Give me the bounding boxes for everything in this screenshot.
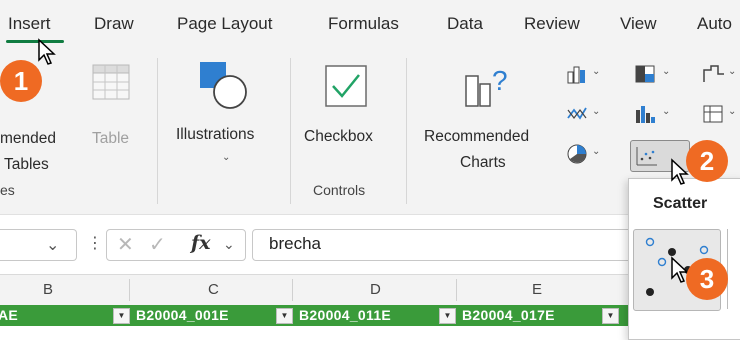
step-badge-3: 3 (686, 258, 728, 300)
filter-dropdown-icon[interactable]: ▼ (113, 308, 130, 324)
recommended-charts-label-1: Recommended (424, 128, 530, 145)
column-header-c[interactable]: C (208, 281, 219, 298)
column-divider (456, 279, 457, 301)
chevron-down-icon: ⌄ (592, 66, 601, 77)
column-divider (129, 279, 130, 301)
recommended-pivottables-label-2: Tables (4, 156, 49, 173)
chevron-down-icon[interactable]: ⌄ (223, 236, 235, 253)
step-badge-2: 2 (686, 140, 728, 182)
controls-group-label: Controls (313, 182, 366, 198)
waterfall-chart-icon (703, 65, 724, 82)
illustrations-label: Illustrations (176, 126, 255, 143)
tab-view[interactable]: View (620, 14, 657, 34)
column-chart-icon (567, 66, 585, 84)
chevron-down-icon: ⌄ (662, 66, 671, 77)
line-chart-icon (567, 107, 587, 120)
scatter-section-title: Scatter (653, 195, 708, 212)
recommended-charts-button[interactable]: ? Recommended Charts (416, 56, 556, 176)
step-badge-1: 1 (0, 60, 42, 102)
checkbox-button[interactable]: Checkbox (300, 56, 395, 166)
column-header-e[interactable]: E (532, 281, 542, 298)
checkbox-icon (325, 65, 367, 107)
illustrations-button[interactable]: Illustrations ⌄ (170, 56, 280, 166)
tab-automate[interactable]: Auto (697, 14, 732, 34)
chevron-down-icon: ⌄ (728, 66, 737, 77)
chevron-down-icon[interactable]: ⌄ (46, 235, 59, 255)
scatter-lines-option[interactable] (727, 229, 740, 309)
group-separator (157, 58, 158, 204)
tab-draw[interactable]: Draw (94, 14, 134, 34)
name-box[interactable]: ⌄ (0, 229, 77, 261)
chevron-down-icon: ⌄ (662, 106, 671, 117)
insert-function-icon[interactable]: fx (191, 232, 211, 254)
column-header-d[interactable]: D (370, 281, 381, 298)
chevron-down-icon: ⌄ (592, 146, 601, 157)
formula-value: brecha (269, 234, 321, 253)
column-divider (292, 279, 293, 301)
table-label: Table (92, 130, 130, 147)
tab-review[interactable]: Review (524, 14, 580, 34)
more-options-icon[interactable]: ⋮ (87, 233, 103, 253)
waterfall-chart-button[interactable]: ⌄ (700, 62, 740, 88)
formula-input[interactable]: brecha (252, 229, 644, 261)
table-icon (92, 64, 130, 100)
line-chart-button[interactable]: ⌄ (562, 102, 622, 128)
checkbox-label: Checkbox (304, 128, 373, 145)
table-header-cell[interactable]: AE (0, 307, 18, 323)
tables-group-label: es (0, 182, 15, 198)
chevron-down-icon: ⌄ (222, 152, 231, 163)
chevron-down-icon: ⌄ (592, 106, 601, 117)
chevron-down-icon: ⌄ (728, 106, 737, 117)
pivotchart-icon (703, 105, 723, 123)
group-separator (406, 58, 407, 204)
table-header-cell[interactable]: B20004_011E (299, 307, 391, 323)
recommended-pivottables-label-1: mended (0, 130, 57, 147)
scatter-chart-icon (636, 147, 657, 166)
table-button[interactable]: Table (88, 58, 138, 168)
formula-controls: ✕ ✓ fx ⌄ (106, 229, 246, 261)
column-header-b[interactable]: B (43, 281, 53, 298)
filter-dropdown-icon[interactable]: ▼ (276, 308, 293, 324)
recommended-charts-label-2: Charts (460, 154, 506, 171)
enter-icon[interactable]: ✓ (149, 232, 166, 257)
filter-dropdown-icon[interactable]: ▼ (439, 308, 456, 324)
tab-page-layout[interactable]: Page Layout (177, 14, 272, 34)
tab-data[interactable]: Data (447, 14, 483, 34)
ribbon-tab-bar: Insert Draw Page Layout Formulas Data Re… (0, 0, 740, 48)
pie-chart-icon (567, 144, 587, 164)
group-separator (290, 58, 291, 204)
pie-chart-button[interactable]: ⌄ (562, 142, 622, 168)
tab-formulas[interactable]: Formulas (328, 14, 399, 34)
table-header-cell[interactable]: B20004_001E (136, 307, 229, 323)
cancel-icon[interactable]: ✕ (117, 232, 134, 257)
formula-bar: ⌄ ⋮ ✕ ✓ fx ⌄ brecha (0, 214, 644, 275)
illustrations-icon (200, 62, 247, 109)
filter-dropdown-icon[interactable]: ▼ (602, 308, 619, 324)
table-header-cell[interactable]: B20004_017E (462, 307, 555, 323)
pivotchart-button[interactable]: ⌄ (700, 102, 740, 128)
recommended-charts-icon: ? (465, 65, 508, 107)
tab-insert[interactable]: Insert (8, 14, 51, 34)
statistic-chart-icon (636, 106, 655, 123)
hierarchy-chart-button[interactable]: ⌄ (632, 62, 690, 88)
mouse-cursor-icon (38, 38, 56, 65)
svg-text:?: ? (492, 65, 508, 96)
column-chart-button[interactable]: ⌄ (562, 62, 622, 88)
statistic-chart-button[interactable]: ⌄ (632, 102, 690, 128)
hierarchy-chart-icon (635, 65, 655, 83)
